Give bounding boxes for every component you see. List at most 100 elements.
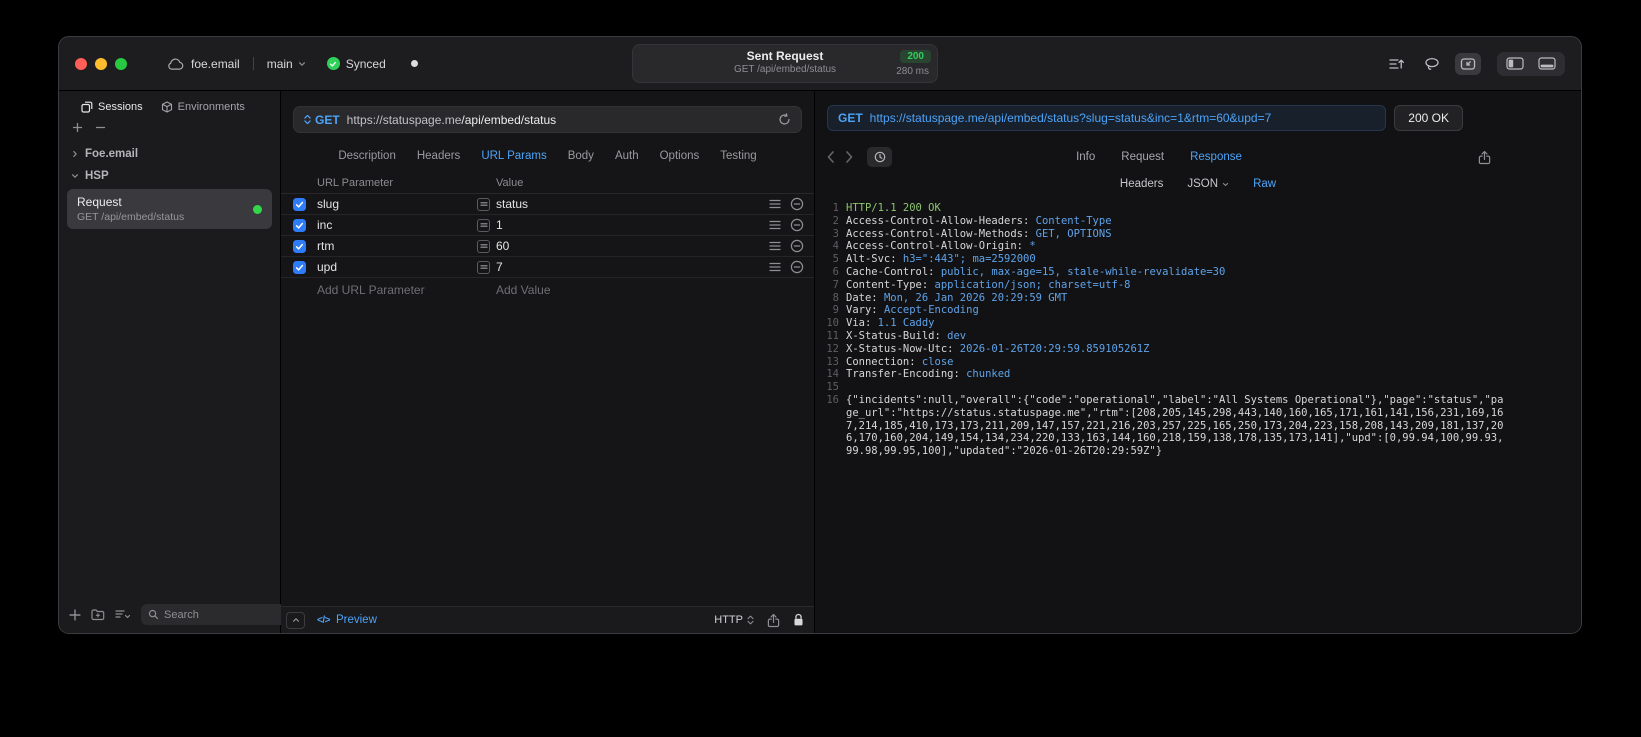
row-menu-icon[interactable] — [769, 239, 781, 253]
param-value[interactable]: 1 — [496, 218, 503, 232]
toggle-sidebar-button[interactable] — [1499, 54, 1531, 74]
request-summary[interactable]: Sent Request GET /api/embed/status 200 2… — [632, 44, 938, 83]
sync-check-icon — [326, 57, 340, 70]
param-value[interactable]: status — [496, 197, 528, 211]
row-menu-icon[interactable] — [769, 218, 781, 232]
ssl-lock-button[interactable] — [793, 613, 804, 627]
url-domain: https://statuspage.me — [346, 112, 462, 127]
zoom-window-button[interactable] — [115, 57, 127, 70]
response-subtabs: Headers JSON Raw — [815, 178, 1581, 190]
minimize-window-button[interactable] — [95, 57, 107, 70]
param-row[interactable]: upd 7 — [281, 257, 814, 278]
tab-environments[interactable]: Environments — [161, 101, 245, 113]
code-token: Access-Control-Allow-Origin: — [846, 240, 1030, 253]
new-folder-button[interactable] — [91, 608, 105, 621]
history-button[interactable] — [867, 147, 892, 167]
subtab-headers[interactable]: Headers — [1120, 178, 1163, 190]
share-icon — [767, 613, 780, 627]
subtab-raw[interactable]: Raw — [1253, 178, 1276, 190]
request-pane: GET https://statuspage.me/api/embed/stat… — [281, 91, 815, 633]
equals-icon — [477, 239, 490, 253]
share-response-button[interactable] — [1478, 150, 1491, 165]
code-line: 3 Access-Control-Allow-Methods: GET, OPT… — [821, 228, 1509, 241]
sidebar-footer — [59, 596, 313, 633]
tab-environments-label: Environments — [177, 101, 245, 113]
request-queue-button[interactable] — [1383, 53, 1409, 75]
remove-row-icon[interactable] — [790, 260, 804, 274]
lasso-button[interactable] — [1419, 53, 1445, 75]
remove-row-icon[interactable] — [790, 239, 804, 253]
param-value[interactable]: 60 — [496, 239, 509, 253]
request-item[interactable]: Request GET /api/embed/status — [67, 189, 272, 229]
add-item-button[interactable] — [72, 122, 83, 133]
code-line: 6 Cache-Control: public, max-age=15, sta… — [821, 266, 1509, 279]
pane-toggle-group — [1497, 51, 1565, 76]
code-token: Date: — [846, 291, 884, 304]
tab-url-params[interactable]: URL Params — [481, 150, 546, 162]
share-request-button[interactable] — [767, 613, 780, 628]
branch-selector[interactable]: main — [267, 57, 306, 71]
tab-testing[interactable]: Testing — [720, 150, 756, 162]
tab-auth[interactable]: Auth — [615, 150, 639, 162]
chevron-down-icon — [71, 172, 79, 180]
close-window-button[interactable] — [75, 57, 87, 70]
tab-description[interactable]: Description — [338, 150, 396, 162]
collapse-panel-button[interactable] — [286, 611, 305, 629]
response-url-display: GET https://statuspage.me/api/embed/stat… — [827, 105, 1387, 131]
param-row[interactable]: inc 1 — [281, 215, 814, 236]
line-content: X-Status-Build: dev — [846, 330, 1509, 343]
preview-button[interactable]: </> Preview — [317, 614, 377, 626]
code-line: 16 {"incidents":null,"overall":{"code":"… — [821, 394, 1509, 458]
project-menu[interactable]: foe.email main Synced — [167, 57, 418, 71]
tab-headers[interactable]: Headers — [417, 150, 460, 162]
tab-response[interactable]: Response — [1190, 151, 1242, 163]
param-name[interactable]: rtm — [317, 239, 477, 253]
param-checkbox[interactable] — [292, 260, 306, 274]
method-selector[interactable]: GET — [304, 113, 340, 127]
tree-group-foe-email[interactable]: Foe.email — [59, 143, 280, 165]
tab-sessions[interactable]: Sessions — [81, 101, 143, 113]
refresh-button[interactable] — [778, 113, 791, 126]
tab-body[interactable]: Body — [568, 150, 594, 162]
back-button[interactable] — [827, 151, 835, 163]
code-token: 1.1 Caddy — [877, 317, 935, 330]
line-content: HTTP/1.1 200 OK — [846, 202, 1509, 215]
tab-request[interactable]: Request — [1121, 151, 1164, 163]
tab-options[interactable]: Options — [660, 150, 700, 162]
code-token: Accept-Encoding — [883, 304, 979, 317]
row-menu-icon[interactable] — [769, 197, 781, 211]
param-checkbox[interactable] — [292, 197, 306, 211]
sync-status[interactable]: Synced — [326, 57, 386, 71]
param-name[interactable]: upd — [317, 260, 477, 274]
project-name: foe.email — [191, 56, 240, 71]
code-line: 2 Access-Control-Allow-Headers: Content-… — [821, 215, 1509, 228]
param-checkbox[interactable] — [292, 239, 306, 253]
new-request-button[interactable] — [69, 608, 81, 621]
add-param-value[interactable]: Add Value — [477, 283, 766, 297]
toggle-bottom-panel-button[interactable] — [1531, 54, 1563, 74]
param-name[interactable]: slug — [317, 197, 477, 211]
forward-button[interactable] — [845, 151, 853, 163]
import-button[interactable] — [1455, 52, 1481, 75]
param-row[interactable]: slug status — [281, 194, 814, 215]
param-value[interactable]: 7 — [496, 260, 503, 274]
view-options-button[interactable] — [115, 609, 131, 621]
list-sort-icon — [115, 609, 131, 618]
sessions-icon — [81, 101, 93, 113]
param-checkbox[interactable] — [292, 218, 306, 232]
remove-row-icon[interactable] — [790, 218, 804, 232]
subtab-json[interactable]: JSON — [1187, 178, 1229, 190]
request-url-input[interactable]: https://statuspage.me/api/embed/status — [347, 113, 556, 127]
param-checkbox-cell — [281, 218, 317, 232]
tree-group-hsp[interactable]: HSP — [59, 165, 280, 187]
row-menu-icon[interactable] — [769, 260, 781, 274]
remove-row-icon[interactable] — [790, 197, 804, 211]
param-checkbox-cell — [281, 197, 317, 211]
param-row[interactable]: rtm 60 — [281, 236, 814, 257]
add-param-name[interactable]: Add URL Parameter — [317, 283, 477, 297]
http-version-selector[interactable]: HTTP — [714, 614, 754, 626]
tab-info[interactable]: Info — [1076, 151, 1095, 163]
remove-item-button[interactable] — [95, 122, 106, 133]
param-row-actions — [766, 197, 814, 211]
param-name[interactable]: inc — [317, 218, 477, 232]
